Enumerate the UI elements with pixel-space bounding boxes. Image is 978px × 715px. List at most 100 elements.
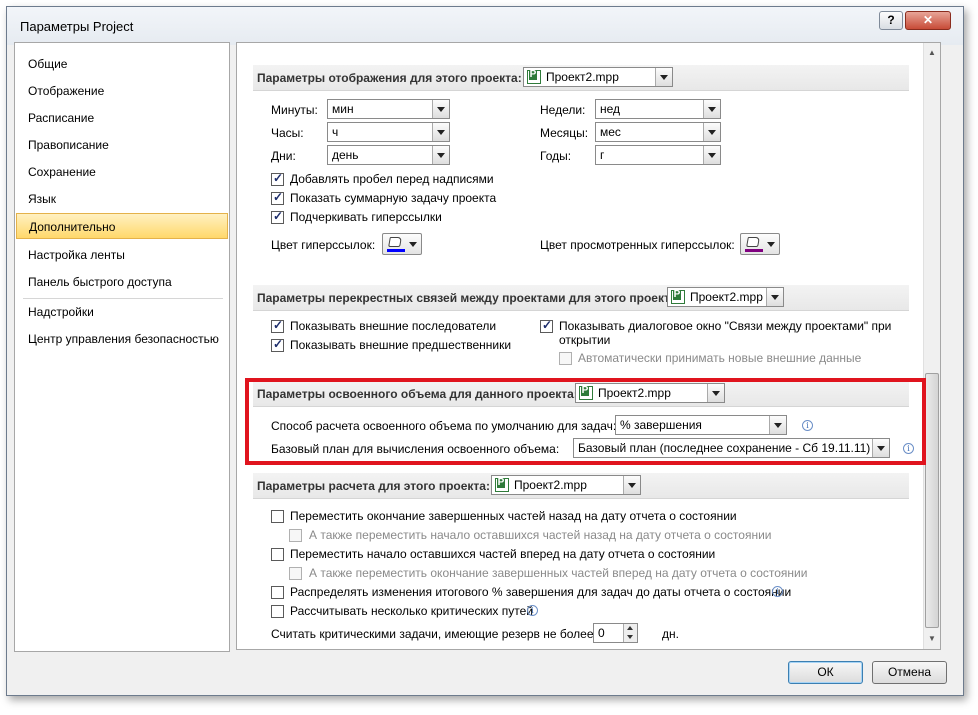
project-file-icon — [495, 478, 509, 492]
move-end-fwd-label: А также переместить окончание завершенны… — [309, 566, 808, 580]
window-title: Параметры Project — [20, 19, 134, 34]
cross-section-header: Параметры перекрестных связей между прое… — [253, 285, 909, 311]
close-icon: ✕ — [922, 13, 934, 27]
slack-spinner[interactable]: 0 — [593, 623, 638, 643]
minutes-select[interactable]: мин — [327, 99, 450, 119]
minutes-value: мин — [332, 102, 354, 116]
chevron-down-icon — [767, 242, 775, 247]
visited-color-button[interactable] — [740, 233, 780, 255]
move-end-back-checkbox[interactable] — [271, 510, 284, 523]
show-successors-checkbox[interactable] — [271, 318, 284, 333]
hours-value: ч — [332, 125, 339, 139]
show-links-dialog-checkbox[interactable] — [540, 318, 553, 333]
display-project-value: Проект2.mpp — [546, 70, 619, 84]
months-select[interactable]: мес — [595, 122, 721, 142]
spinner-buttons[interactable] — [623, 624, 637, 642]
years-label: Годы: — [540, 149, 572, 163]
slack-unit-label: дн. — [662, 627, 679, 641]
months-label: Месяцы: — [540, 126, 589, 140]
chevron-down-icon — [623, 476, 640, 494]
display-project-select[interactable]: Проект2.mpp — [523, 67, 673, 87]
auto-accept-checkbox[interactable] — [559, 352, 572, 365]
sidebar-item-customize-ribbon[interactable]: Настройка ленты — [16, 242, 228, 268]
show-summary-label: Показать суммарную задачу проекта — [290, 191, 497, 205]
vertical-scrollbar[interactable]: ▲ ▼ — [923, 43, 940, 649]
scroll-up-icon[interactable]: ▲ — [926, 47, 938, 59]
project-file-icon — [527, 70, 541, 84]
show-predecessors-label: Показывать внешние предшественники — [290, 338, 512, 352]
cross-section-title: Параметры перекрестных связей между прое… — [257, 291, 681, 305]
project-file-icon — [671, 290, 685, 304]
info-icon: i — [772, 586, 783, 597]
help-icon: ? — [887, 13, 895, 27]
arrow-down-icon — [627, 635, 633, 639]
sidebar-item-advanced[interactable]: Дополнительно — [16, 213, 228, 239]
weeks-select[interactable]: нед — [595, 99, 721, 119]
options-content: ▲ ▼ Параметры отображения для этого прое… — [236, 42, 941, 650]
sidebar-item-proofing[interactable]: Правописание — [16, 132, 228, 158]
sidebar-item-trust-center[interactable]: Центр управления безопасностью — [16, 326, 228, 352]
days-value: день — [332, 148, 359, 162]
display-section-title: Параметры отображения для этого проекта: — [257, 71, 522, 85]
sidebar-item-addins[interactable]: Надстройки — [16, 299, 228, 325]
close-button[interactable]: ✕ — [905, 11, 951, 30]
move-end-fwd-checkbox[interactable] — [289, 567, 302, 580]
chevron-down-icon — [766, 288, 783, 306]
sidebar-item-save[interactable]: Сохранение — [16, 159, 228, 185]
hyperlink-color-button[interactable] — [382, 233, 422, 255]
weeks-label: Недели: — [540, 103, 586, 117]
spread-percent-label: Распределять изменения итогового % завер… — [290, 585, 792, 599]
calc-project-value: Проект2.mpp — [514, 478, 587, 492]
move-start-fwd-label: Переместить начало оставшихся частей впе… — [290, 547, 716, 561]
chevron-down-icon — [703, 123, 720, 141]
sidebar-item-schedule[interactable]: Расписание — [16, 105, 228, 131]
move-start-back-label: А также переместить начало оставшихся ча… — [309, 528, 772, 542]
show-summary-checkbox[interactable] — [271, 190, 284, 205]
scroll-thumb[interactable] — [925, 373, 939, 628]
add-space-label: Добавлять пробел перед надписями — [290, 172, 494, 186]
chevron-down-icon — [703, 146, 720, 164]
chevron-down-icon — [409, 242, 417, 247]
spread-percent-checkbox[interactable] — [271, 586, 284, 599]
info-icon: i — [527, 605, 538, 616]
calc-project-select[interactable]: Проект2.mpp — [491, 475, 641, 495]
cross-project-value: Проект2.mpp — [690, 290, 763, 304]
hours-select[interactable]: ч — [327, 122, 450, 142]
hours-label: Часы: — [271, 126, 304, 140]
cancel-button[interactable]: Отмена — [872, 661, 947, 684]
multi-critical-label: Рассчитывать несколько критических путей — [290, 604, 533, 618]
chevron-down-icon — [432, 123, 449, 141]
show-links-dialog-label-2: открытии — [559, 333, 611, 347]
auto-accept-label: Автоматически принимать новые внешние да… — [578, 351, 862, 365]
calc-section-title: Параметры расчета для этого проекта: — [257, 479, 490, 493]
show-links-dialog-label: Показывать диалоговое окно "Связи между … — [559, 319, 892, 333]
help-button[interactable]: ? — [879, 11, 903, 30]
days-select[interactable]: день — [327, 145, 450, 165]
move-start-fwd-checkbox[interactable] — [271, 548, 284, 561]
add-space-checkbox[interactable] — [271, 171, 284, 186]
show-predecessors-checkbox[interactable] — [271, 337, 284, 352]
ok-button[interactable]: ОК — [788, 661, 863, 684]
move-start-back-checkbox[interactable] — [289, 529, 302, 542]
chevron-down-icon — [703, 100, 720, 118]
sidebar-item-display[interactable]: Отображение — [16, 78, 228, 104]
options-sidebar: Общие Отображение Расписание Правописани… — [14, 42, 230, 652]
sidebar-item-general[interactable]: Общие — [16, 51, 228, 77]
scroll-down-icon[interactable]: ▼ — [926, 633, 938, 645]
sidebar-item-quick-access[interactable]: Панель быстрого доступа — [16, 269, 228, 295]
cross-project-select[interactable]: Проект2.mpp — [667, 287, 784, 307]
underline-links-label: Подчеркивать гиперссылки — [290, 210, 442, 224]
chevron-down-icon — [432, 100, 449, 118]
hyperlink-color-label: Цвет гиперссылок: — [271, 238, 376, 252]
slack-label: Считать критическими задачи, имеющие рез… — [271, 627, 594, 641]
chevron-down-icon — [655, 68, 672, 86]
move-end-back-label: Переместить окончание завершенных частей… — [290, 509, 737, 523]
slack-value: 0 — [598, 626, 605, 640]
years-select[interactable]: г — [595, 145, 721, 165]
sidebar-item-language[interactable]: Язык — [16, 186, 228, 212]
chevron-down-icon — [432, 146, 449, 164]
multi-critical-checkbox[interactable] — [271, 605, 284, 618]
underline-links-checkbox[interactable] — [271, 209, 284, 224]
hyperlink-color-swatch — [387, 249, 405, 252]
arrow-up-icon — [627, 626, 633, 630]
